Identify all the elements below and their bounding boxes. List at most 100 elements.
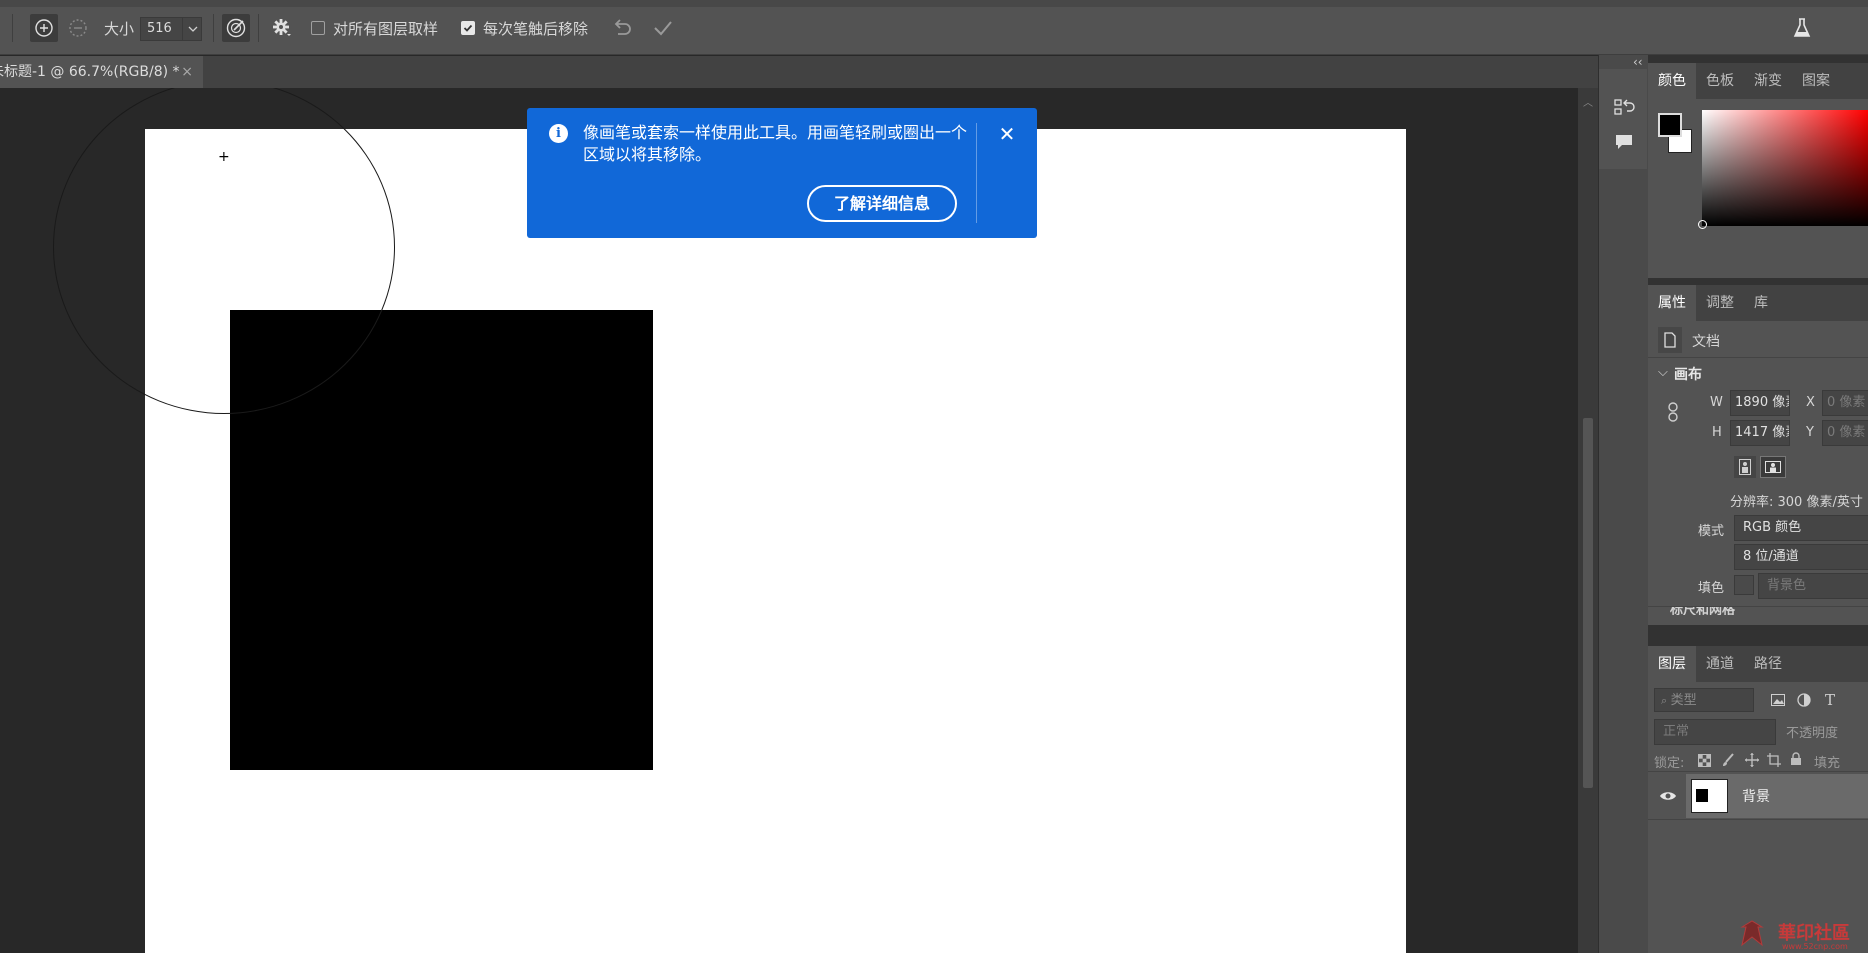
height-field[interactable]: 1417 像素 xyxy=(1730,420,1790,446)
history-icon[interactable] xyxy=(1613,97,1635,119)
tab-paths[interactable]: 路径 xyxy=(1744,646,1792,682)
blend-mode-select[interactable]: 正常 xyxy=(1654,719,1776,745)
tab-libraries[interactable]: 库 xyxy=(1744,285,1778,321)
document-tab[interactable]: 未标题-1 @ 66.7%(RGB/8) * × xyxy=(0,56,203,88)
width-field[interactable]: 1890 像素 xyxy=(1730,390,1790,416)
size-label-wrap: 大小 xyxy=(104,16,134,40)
eye-icon[interactable] xyxy=(1658,788,1678,804)
lock-label: 锁定: xyxy=(1654,756,1685,771)
lock-artboard-icon[interactable] xyxy=(1766,752,1782,768)
undo-icon[interactable] xyxy=(608,14,636,42)
divider xyxy=(213,14,214,42)
layer-filter-select[interactable]: ⌕ 类型 xyxy=(1654,688,1754,712)
tab-patterns[interactable]: 图案 xyxy=(1792,63,1840,99)
fill-label: 填色 xyxy=(1698,581,1725,596)
comments-icon[interactable] xyxy=(1613,131,1635,153)
scrollbar-thumb[interactable] xyxy=(1583,418,1593,788)
lock-position-icon[interactable] xyxy=(1744,752,1760,768)
chevron-down-icon[interactable]: ⌵ xyxy=(1658,365,1668,380)
sample-all-layers-option[interactable]: 对所有图层取样 xyxy=(311,16,438,40)
tab-adjustments[interactable]: 调整 xyxy=(1696,285,1744,321)
pressure-size-icon[interactable] xyxy=(222,14,250,42)
properties-panel-tabs: 属性 调整 库 xyxy=(1648,285,1868,321)
remove-after-stroke-checkbox[interactable] xyxy=(461,21,475,35)
document-label: 文档 xyxy=(1692,334,1720,350)
fill-select[interactable]: 背景色 xyxy=(1758,573,1868,599)
color-picker-marker[interactable] xyxy=(1698,220,1707,229)
x-label: X xyxy=(1806,395,1815,410)
close-icon[interactable]: ✕ xyxy=(995,122,1019,146)
subtract-mode-icon[interactable] xyxy=(64,14,92,42)
tab-channels[interactable]: 通道 xyxy=(1696,646,1744,682)
rulers-grids-section-title[interactable]: 标尺和网格 xyxy=(1670,607,1735,615)
lock-pixels-icon[interactable] xyxy=(1720,752,1736,768)
remove-after-stroke-label: 每次笔触后移除 xyxy=(483,19,589,38)
crosshair-icon: + xyxy=(218,149,230,165)
menu-bar-edge xyxy=(0,0,1868,7)
remove-after-stroke-option[interactable]: 每次笔触后移除 xyxy=(461,16,588,40)
dock-strip xyxy=(1599,69,1647,169)
tab-properties[interactable]: 属性 xyxy=(1648,285,1696,321)
tab-swatches[interactable]: 色板 xyxy=(1696,63,1744,99)
landscape-orientation-icon[interactable] xyxy=(1760,456,1786,478)
collapse-panels-icon[interactable]: ‹‹ xyxy=(1633,55,1643,69)
sample-all-layers-label: 对所有图层取样 xyxy=(333,19,439,38)
document-tab-bar: 未标题-1 @ 66.7%(RGB/8) * × xyxy=(0,56,1598,88)
foreground-color-swatch[interactable] xyxy=(1658,113,1682,137)
layer-row[interactable]: 背景 xyxy=(1686,774,1868,818)
scroll-up-icon[interactable]: ︿ xyxy=(1583,94,1593,109)
divider xyxy=(258,14,259,42)
y-field[interactable]: 0 像素 xyxy=(1822,420,1868,446)
document-icon xyxy=(1658,327,1682,353)
fill-opacity-label: 填充 xyxy=(1814,756,1841,771)
add-mode-icon[interactable] xyxy=(30,14,58,42)
tab-layers[interactable]: 图层 xyxy=(1648,646,1696,682)
tab-gradients[interactable]: 渐变 xyxy=(1744,63,1792,99)
thumbnail-content xyxy=(1696,789,1708,802)
fill-color-swatch[interactable] xyxy=(1734,575,1754,595)
type-filter-icon[interactable]: T xyxy=(1822,691,1838,709)
layer-thumbnail xyxy=(1691,779,1728,813)
y-label: Y xyxy=(1806,425,1814,440)
portrait-orientation-icon[interactable] xyxy=(1734,456,1756,478)
properties-panel: 属性 调整 库 文档 ⌵ 画布 W 1890 像素 X 0 像素 H 1417 … xyxy=(1648,285,1868,625)
lock-all-icon[interactable] xyxy=(1788,751,1804,767)
color-panel-tabs: 颜色 色板 渐变 图案 xyxy=(1648,63,1868,99)
link-icon[interactable] xyxy=(1666,402,1680,422)
color-picker-field[interactable] xyxy=(1698,110,1868,229)
divider xyxy=(976,123,977,223)
layer-name[interactable]: 背景 xyxy=(1742,786,1770,806)
height-label: H xyxy=(1712,425,1722,440)
sample-all-layers-checkbox[interactable] xyxy=(311,21,325,35)
gear-icon[interactable] xyxy=(268,14,296,42)
tab-color[interactable]: 颜色 xyxy=(1648,63,1696,99)
learn-more-button[interactable]: 了解详细信息 xyxy=(807,185,957,222)
divider xyxy=(1648,771,1868,772)
document-canvas[interactable] xyxy=(145,129,1406,953)
mode-label: 模式 xyxy=(1698,524,1725,539)
canvas-section-title[interactable]: 画布 xyxy=(1674,364,1702,384)
divider xyxy=(1648,357,1868,358)
bit-depth-select[interactable]: 8 位/通道 xyxy=(1734,544,1868,570)
layers-panel: 图层 通道 路径 ⌕ 类型 T 正常 不透明度 锁定: 填充 背景 xyxy=(1648,646,1868,953)
chevron-down-icon[interactable] xyxy=(182,17,202,41)
vertical-scrollbar[interactable]: ︿ xyxy=(1578,88,1598,953)
layers-panel-tabs: 图层 通道 路径 xyxy=(1648,646,1868,682)
filter-type-label: 类型 xyxy=(1670,693,1697,708)
document-tab-title: 未标题-1 @ 66.7%(RGB/8) * xyxy=(0,64,180,80)
opacity-label: 不透明度 xyxy=(1786,726,1839,741)
adjustment-filter-icon[interactable] xyxy=(1796,692,1812,708)
panel-dock: ‹‹ xyxy=(1598,55,1648,953)
right-panels: 颜色 色板 渐变 图案 属性 调整 库 文档 ⌵ 画布 W 1890 像素 X … xyxy=(1648,55,1868,953)
image-filter-icon[interactable] xyxy=(1770,692,1786,708)
lock-transparency-icon[interactable] xyxy=(1696,752,1712,768)
watermark-url: www.52cnp.com xyxy=(1782,942,1848,951)
x-field[interactable]: 0 像素 xyxy=(1822,390,1868,416)
commit-check-icon[interactable] xyxy=(649,14,677,42)
mode-select[interactable]: RGB 颜色 xyxy=(1734,515,1868,541)
flask-icon[interactable] xyxy=(1788,14,1816,42)
divider xyxy=(12,14,13,42)
close-tab-icon[interactable]: × xyxy=(181,56,193,88)
clipped-section-wrap: 标尺和网格 xyxy=(1648,607,1868,615)
black-rectangle-content xyxy=(230,310,653,770)
